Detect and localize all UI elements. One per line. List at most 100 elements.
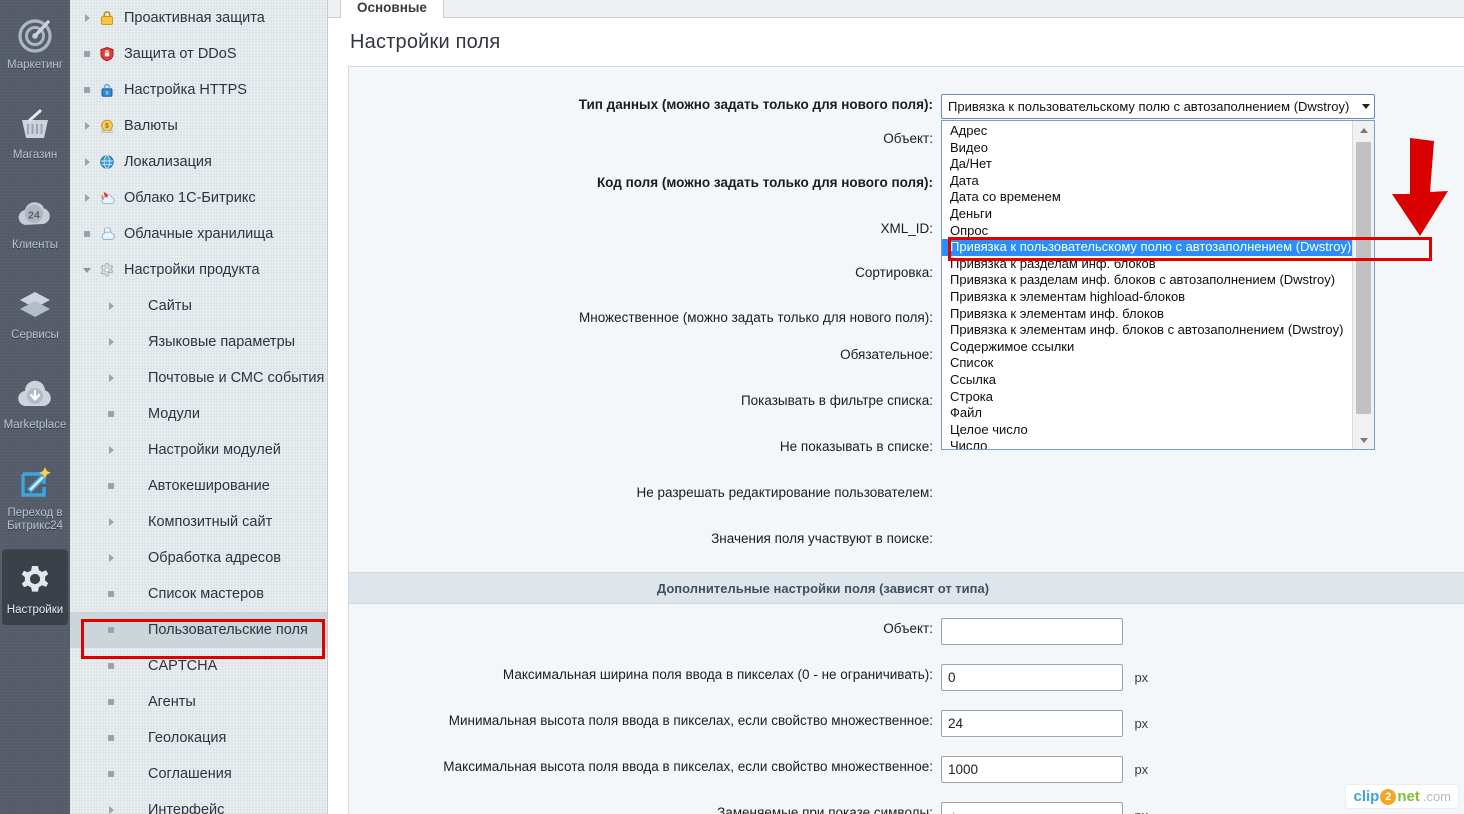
bullet-icon [102, 693, 120, 711]
list-item[interactable]: Ссылка [942, 372, 1352, 389]
globe-icon [96, 152, 118, 172]
extra-object-control [941, 618, 1464, 645]
list-item[interactable]: Да/Нет [942, 156, 1352, 173]
min-height-input[interactable] [941, 710, 1123, 737]
row-min-height: Минимальная высота поля ввода в пикселах… [349, 710, 1464, 744]
scrollbar-thumb[interactable] [1356, 142, 1371, 414]
chevron-right-icon[interactable] [102, 549, 120, 567]
list-item[interactable]: Привязка к разделам инф. блоков с автоза… [942, 272, 1352, 289]
chevron-right-icon[interactable] [78, 153, 96, 171]
extra-object-input[interactable] [941, 618, 1123, 645]
rail-item-settings[interactable]: Настройки [2, 549, 68, 625]
list-item[interactable]: Привязка к элементам инф. блоков с автоз… [942, 322, 1352, 339]
tree-item-module-settings[interactable]: Настройки модулей [70, 432, 327, 468]
gear-icon [14, 559, 56, 601]
list-item[interactable]: Дата [942, 173, 1352, 190]
tree-item-label: Почтовые и СМС события [148, 370, 324, 386]
tree-item-label: Настройка HTTPS [124, 82, 247, 98]
tree-item-wizard-list[interactable]: Список мастеров [70, 576, 327, 612]
tree-item-address-processing[interactable]: Обработка адресов [70, 540, 327, 576]
tree-item-captcha[interactable]: CAPTCHA [70, 648, 327, 684]
unit-px: px [1134, 762, 1148, 777]
list-item[interactable]: Файл [942, 405, 1352, 422]
tree-item-language-params[interactable]: Языковые параметры [70, 324, 327, 360]
rail-item-services[interactable]: Сервисы [2, 274, 68, 350]
list-item[interactable]: Привязка к разделам инф. блоков [942, 256, 1352, 273]
data-type-option-list[interactable]: Адрес Видео Да/Нет Дата Дата со временем… [941, 120, 1375, 450]
list-item[interactable]: Число [942, 438, 1352, 449]
unit-px: px [1134, 670, 1148, 685]
unit-px: px [1134, 808, 1148, 814]
tree-item-mail-sms-events[interactable]: Почтовые и СМС события [70, 360, 327, 396]
row-extra-object: Объект: [349, 618, 1464, 652]
tree-item-agents[interactable]: Агенты [70, 684, 327, 720]
chevron-right-icon[interactable] [102, 297, 120, 315]
lock-yellow-icon [96, 8, 118, 28]
chevron-right-icon[interactable] [78, 117, 96, 135]
tree-item-product-settings[interactable]: Настройки продукта [70, 252, 327, 288]
scroll-up-arrow-icon[interactable] [1353, 121, 1374, 139]
no-icon [120, 764, 142, 784]
list-item[interactable]: Целое число [942, 422, 1352, 439]
tree-item-proactive-defense[interactable]: Проактивная защита [70, 0, 327, 36]
row-search: Значения поля участвуют в поиске: [349, 528, 1464, 562]
chevron-right-icon[interactable] [102, 801, 120, 814]
max-height-input[interactable] [941, 756, 1123, 783]
tree-item-user-fields[interactable]: Пользовательские поля [70, 612, 327, 648]
list-item[interactable]: Деньги [942, 206, 1352, 223]
chevron-right-icon[interactable] [102, 441, 120, 459]
chevron-right-icon[interactable] [102, 369, 120, 387]
tree-item-localization[interactable]: Локализация [70, 144, 327, 180]
no-icon [120, 692, 142, 712]
list-item[interactable]: Привязка к элементам инф. блоков [942, 306, 1352, 323]
tree-item-ddos[interactable]: Защита от DDoS [70, 36, 327, 72]
bullet-icon [102, 621, 120, 639]
tree-item-interface[interactable]: Интерфейс [70, 792, 327, 814]
layers-icon [14, 284, 56, 326]
label-search: Значения поля участвуют в поиске: [349, 528, 941, 550]
chevron-right-icon[interactable] [102, 513, 120, 531]
no-icon [120, 548, 142, 568]
tree-item-https[interactable]: s Настройка HTTPS [70, 72, 327, 108]
chevron-right-icon[interactable] [102, 333, 120, 351]
list-item[interactable]: Содержимое ссылки [942, 339, 1352, 356]
no-icon [120, 296, 142, 316]
dropdown-scrollbar[interactable] [1352, 121, 1374, 449]
tab-main[interactable]: Основные [340, 0, 444, 18]
list-item-selected[interactable]: Привязка к пользовательскому полю с авто… [942, 239, 1352, 256]
list-item[interactable]: Опрос [942, 223, 1352, 240]
chevron-right-icon[interactable] [78, 189, 96, 207]
list-item[interactable]: Видео [942, 140, 1352, 157]
tree-item-composite-site[interactable]: Композитный сайт [70, 504, 327, 540]
tree-item-label: Список мастеров [148, 586, 264, 602]
tree-item-cloud-storage[interactable]: Облачные хранилища [70, 216, 327, 252]
max-width-input[interactable] [941, 664, 1123, 691]
tree-item-agreements[interactable]: Соглашения [70, 756, 327, 792]
tree-item-geolocation[interactable]: Геолокация [70, 720, 327, 756]
rail-item-shop[interactable]: Магазин [2, 94, 68, 170]
tab-label: Основные [357, 0, 427, 15]
tree-item-label: Языковые параметры [148, 334, 295, 350]
tree-item-label: Настройки модулей [148, 442, 281, 458]
rail-item-marketing[interactable]: Маркетинг [2, 4, 68, 80]
no-icon [120, 800, 142, 814]
tree-item-modules[interactable]: Модули [70, 396, 327, 432]
tree-item-cloud-bitrix[interactable]: Облако 1С-Битрикс [70, 180, 327, 216]
rail-item-marketplace[interactable]: Marketplace [2, 364, 68, 440]
list-item[interactable]: Адрес [942, 123, 1352, 140]
scroll-down-arrow-icon[interactable] [1353, 431, 1374, 449]
list-item[interactable]: Дата со временем [942, 189, 1352, 206]
rail-item-clients[interactable]: 24 Клиенты [2, 184, 68, 260]
tree-item-currencies[interactable]: $ Валюты [70, 108, 327, 144]
tree-item-autocaching[interactable]: Автокеширование [70, 468, 327, 504]
shield-red-icon [96, 44, 118, 64]
tree-item-sites[interactable]: Сайты [70, 288, 327, 324]
rail-item-bitrix24[interactable]: Переход в Битрикс24 [2, 452, 68, 541]
chevron-right-icon[interactable] [78, 9, 96, 27]
replaced-chars-input[interactable] [941, 802, 1123, 814]
list-item[interactable]: Привязка к элементам highload-блоков [942, 289, 1352, 306]
data-type-select[interactable]: Привязка к пользовательскому полю с авто… [941, 94, 1375, 119]
chevron-down-icon[interactable] [78, 261, 96, 279]
list-item[interactable]: Строка [942, 389, 1352, 406]
list-item[interactable]: Список [942, 355, 1352, 372]
